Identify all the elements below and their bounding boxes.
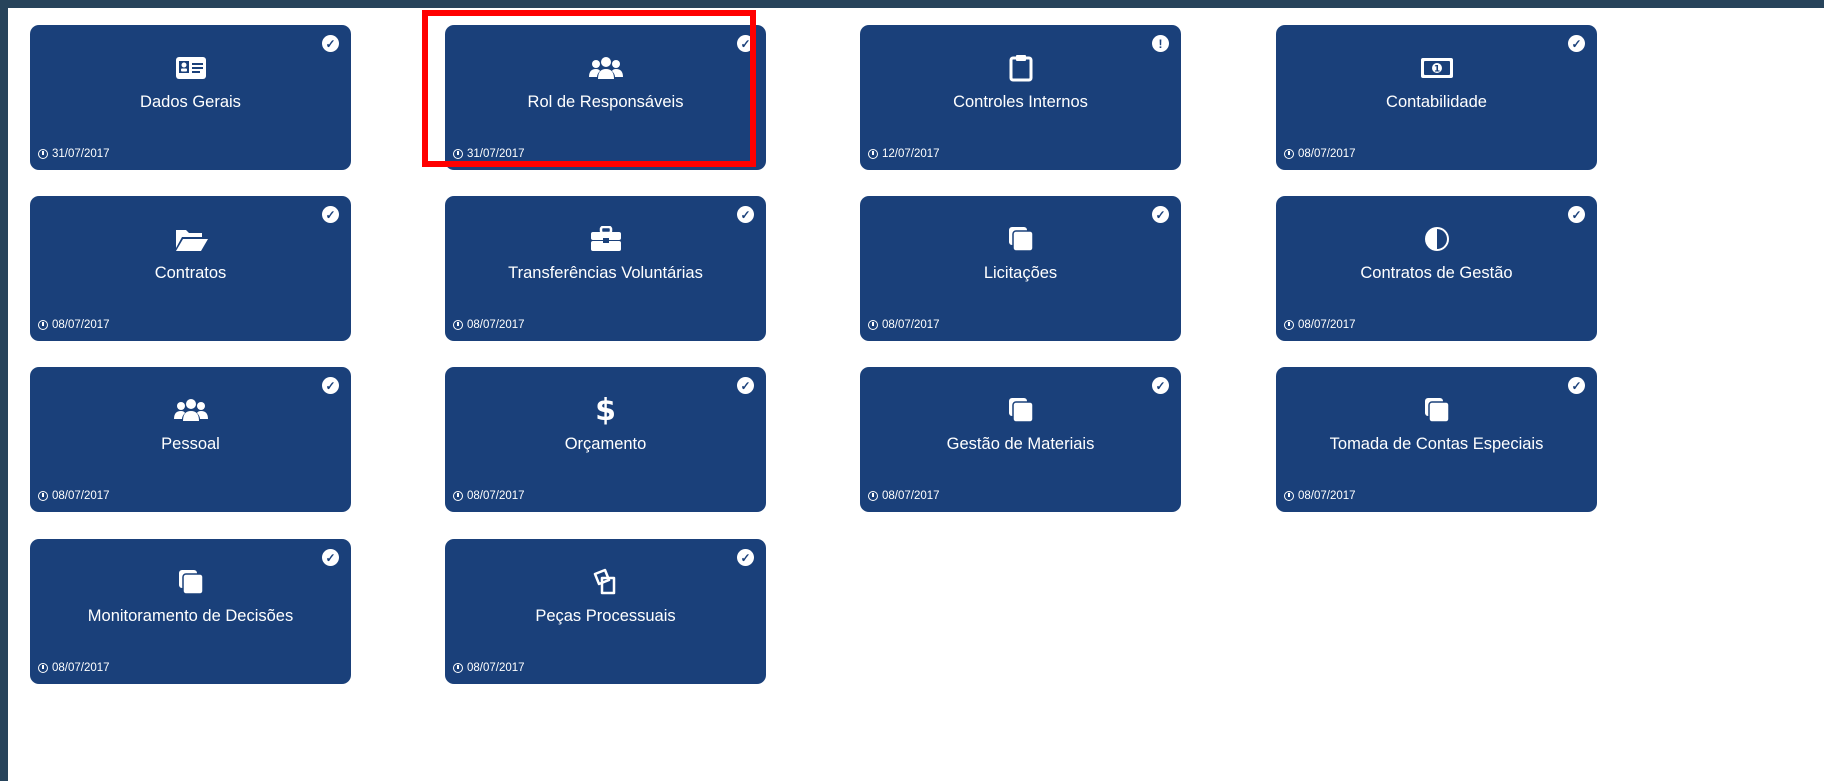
tile-date: 08/07/2017 [38,490,110,502]
clock-icon [453,320,463,330]
check-circle-icon: ✓ [737,206,754,223]
tile-title: Transferências Voluntárias [508,264,703,282]
tile-title: Contratos [154,264,227,282]
check-circle-icon: ✓ [1568,377,1585,394]
tile-date: 08/07/2017 [868,319,940,331]
clock-icon [1284,491,1294,501]
money-icon: 1 [1276,53,1597,83]
tile-title: Orçamento [564,435,647,453]
clock-icon [868,149,878,159]
files-icon [445,567,766,597]
check-circle-icon: ✓ [322,549,339,566]
tile-title: Contabilidade [1386,93,1487,111]
clock-icon [38,320,48,330]
tile-title: Monitoramento de Decisões [87,607,294,625]
tile-monitoramento-de-decisoes[interactable]: Monitoramento de Decisões ✓ 08/07/2017 [30,539,351,684]
tile-orcamento[interactable]: $ Orçamento ✓ 08/07/2017 [445,367,766,512]
clipboard-icon [860,53,1181,83]
briefcase-icon [445,224,766,254]
clock-icon [868,491,878,501]
copy-icon [860,224,1181,254]
module-grid: Dados Gerais ✓ 31/07/2017 Rol de Respons… [8,8,1824,781]
clock-icon [38,149,48,159]
tile-pessoal[interactable]: Pessoal ✓ 08/07/2017 [30,367,351,512]
svg-text:1: 1 [1433,65,1439,75]
tile-date: 08/07/2017 [1284,490,1356,502]
tile-title: Dados Gerais [140,93,241,111]
clock-icon [1284,320,1294,330]
tile-licitacoes[interactable]: Licitações ✓ 08/07/2017 [860,196,1181,341]
copy-icon [30,567,351,597]
tile-date: 08/07/2017 [453,662,525,674]
check-circle-icon: ✓ [737,35,754,52]
tile-contratos[interactable]: Contratos ✓ 08/07/2017 [30,196,351,341]
check-circle-icon: ✓ [1152,377,1169,394]
tile-contabilidade[interactable]: 1 Contabilidade ✓ 08/07/2017 [1276,25,1597,170]
users-icon [445,53,766,83]
tile-rol-de-responsaveis[interactable]: Rol de Responsáveis ✓ 31/07/2017 [445,25,766,170]
check-circle-icon: ✓ [737,549,754,566]
clock-icon [1284,149,1294,159]
tile-title: Rol de Responsáveis [527,93,684,111]
tile-transferencias-voluntarias[interactable]: Transferências Voluntárias ✓ 08/07/2017 [445,196,766,341]
tile-date: 08/07/2017 [868,490,940,502]
clock-icon [453,491,463,501]
check-circle-icon: ✓ [322,35,339,52]
tile-title: Controles Internos [953,93,1088,111]
users-icon [30,395,351,425]
tile-date: 31/07/2017 [38,148,110,160]
tile-dados-gerais[interactable]: Dados Gerais ✓ 31/07/2017 [30,25,351,170]
tile-date: 08/07/2017 [1284,148,1356,160]
tile-title: Tomada de Contas Especiais [1329,435,1544,453]
tile-tomada-de-contas-especiais[interactable]: Tomada de Contas Especiais ✓ 08/07/2017 [1276,367,1597,512]
tile-date: 12/07/2017 [868,148,940,160]
tile-controles-internos[interactable]: Controles Internos ! 12/07/2017 [860,25,1181,170]
tile-gestao-de-materiais[interactable]: Gestão de Materiais ✓ 08/07/2017 [860,367,1181,512]
tile-title: Pessoal [161,435,220,453]
clock-icon [453,663,463,673]
check-circle-icon: ✓ [1568,35,1585,52]
check-circle-icon: ✓ [1568,206,1585,223]
tile-pecas-processuais[interactable]: Peças Processuais ✓ 08/07/2017 [445,539,766,684]
id-card-icon [30,53,351,83]
tile-contratos-de-gestao[interactable]: Contratos de Gestão ✓ 08/07/2017 [1276,196,1597,341]
clock-icon [868,320,878,330]
check-circle-icon: ✓ [737,377,754,394]
pie-chart-icon [1276,224,1597,254]
tile-date: 31/07/2017 [453,148,525,160]
clock-icon [453,149,463,159]
clock-icon [38,663,48,673]
alert-circle-icon: ! [1152,35,1169,52]
check-circle-icon: ✓ [1152,206,1169,223]
tile-title: Contratos de Gestão [1360,264,1513,282]
check-circle-icon: ✓ [322,377,339,394]
dollar-icon: $ [595,392,616,428]
tile-date: 08/07/2017 [38,662,110,674]
tile-title: Gestão de Materiais [946,435,1095,453]
folder-open-icon [30,224,351,254]
copy-icon [860,395,1181,425]
tile-date: 08/07/2017 [1284,319,1356,331]
copy-icon [1276,395,1597,425]
tile-date: 08/07/2017 [38,319,110,331]
tile-title: Peças Processuais [535,607,676,625]
clock-icon [38,491,48,501]
tile-title: Licitações [983,264,1058,282]
check-circle-icon: ✓ [322,206,339,223]
tile-date: 08/07/2017 [453,490,525,502]
tile-date: 08/07/2017 [453,319,525,331]
